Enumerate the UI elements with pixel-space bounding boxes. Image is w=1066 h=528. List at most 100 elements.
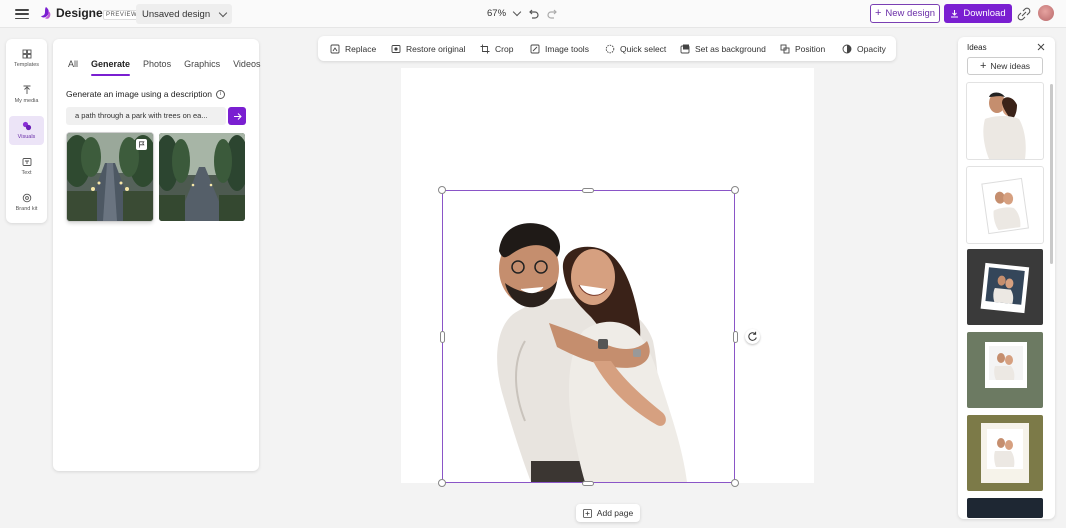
- left-rail: Templates My media Visuals Text Brand ki…: [6, 39, 47, 223]
- new-design-button[interactable]: + New design: [870, 4, 940, 23]
- upload-icon: [23, 85, 30, 94]
- tab-photos[interactable]: Photos: [143, 59, 171, 74]
- tab-generate[interactable]: Generate: [91, 59, 131, 76]
- visuals-panel: All Generate Photos Graphics Videos Gene…: [53, 39, 260, 471]
- rail-item-my-media[interactable]: My media: [9, 80, 44, 109]
- zoom-dropdown[interactable]: 67%: [487, 7, 522, 19]
- avatar[interactable]: [1038, 5, 1054, 21]
- image-tools-button[interactable]: Image tools: [530, 36, 589, 61]
- idea-thumbnail[interactable]: [967, 167, 1043, 243]
- generated-image-1[interactable]: [67, 133, 153, 221]
- resize-handle-bottom[interactable]: [582, 481, 594, 486]
- info-icon[interactable]: i: [216, 89, 226, 99]
- position-button[interactable]: Position: [780, 36, 825, 61]
- brand-kit-icon: [22, 193, 31, 203]
- plus-icon: +: [874, 7, 882, 19]
- opacity-button[interactable]: Opacity: [842, 36, 886, 61]
- brand: Designer: [40, 6, 107, 20]
- chevron-down-icon: [512, 7, 522, 17]
- rail-label: My media: [14, 98, 39, 104]
- generate-button[interactable]: [228, 107, 246, 125]
- designer-logo-icon: [41, 7, 51, 19]
- templates-icon: [22, 49, 31, 59]
- zoom-value: 67%: [487, 8, 507, 19]
- tool-label: Set as background: [695, 43, 766, 54]
- tab-videos[interactable]: Videos: [233, 59, 260, 74]
- flag-icon[interactable]: [136, 139, 147, 150]
- idea-preview-image: [985, 342, 1027, 388]
- image-tools-icon: [530, 44, 540, 53]
- rail-label: Text: [21, 170, 32, 176]
- tool-label: Image tools: [545, 43, 589, 54]
- idea-thumbnail[interactable]: [967, 498, 1043, 518]
- quick-select-button[interactable]: Quick select: [605, 36, 666, 61]
- menu-icon[interactable]: [14, 7, 30, 21]
- resize-handle-top-right[interactable]: [731, 186, 739, 194]
- design-name-label: Unsaved design: [142, 8, 211, 20]
- replace-icon: [330, 44, 340, 53]
- replace-button[interactable]: Replace: [330, 36, 376, 61]
- preview-badge: PREVIEW: [103, 10, 141, 20]
- idea-thumbnail[interactable]: [967, 83, 1043, 159]
- generate-title-text: Generate an image using a description: [66, 89, 213, 99]
- tool-label: Opacity: [857, 43, 886, 54]
- design-name-dropdown[interactable]: Unsaved design: [136, 4, 233, 24]
- rail-item-text[interactable]: Text: [9, 152, 44, 181]
- restore-original-button[interactable]: Restore original: [391, 36, 466, 61]
- app-name: Designer: [56, 6, 108, 20]
- tool-label: Restore original: [406, 43, 466, 54]
- rail-item-visuals[interactable]: Visuals: [9, 116, 44, 145]
- new-design-label: New design: [885, 8, 936, 19]
- rotate-handle[interactable]: [745, 329, 760, 344]
- crop-icon: [480, 44, 490, 53]
- arrow-right-icon: [233, 112, 242, 120]
- rail-item-brand-kit[interactable]: Brand kit: [9, 188, 44, 217]
- resize-handle-right[interactable]: [733, 331, 738, 343]
- generated-image-2[interactable]: [159, 133, 245, 221]
- close-icon[interactable]: [1037, 43, 1045, 51]
- restore-icon: [391, 44, 401, 53]
- undo-icon[interactable]: [526, 7, 540, 21]
- set-as-background-button[interactable]: Set as background: [680, 36, 766, 61]
- quick-select-icon: [605, 44, 615, 53]
- tool-label: Quick select: [620, 43, 667, 54]
- resize-handle-top[interactable]: [582, 188, 594, 193]
- tab-all[interactable]: All: [68, 59, 78, 74]
- panel-tabs: All Generate Photos Graphics Videos: [68, 59, 273, 76]
- tab-graphics[interactable]: Graphics: [184, 59, 220, 74]
- redo-icon[interactable]: [546, 7, 560, 21]
- new-ideas-button[interactable]: + New ideas: [967, 57, 1043, 75]
- ideas-scrollbar[interactable]: [1050, 84, 1053, 264]
- visuals-icon: [22, 121, 31, 131]
- idea-preview-image: [980, 262, 1030, 314]
- download-icon: [951, 10, 959, 18]
- add-page-button[interactable]: Add page: [576, 504, 640, 522]
- add-page-icon: [582, 508, 592, 518]
- chevron-down-icon: [218, 8, 228, 17]
- rotate-icon: [748, 331, 757, 341]
- park-path-image: [159, 133, 245, 221]
- resize-handle-left[interactable]: [440, 331, 445, 343]
- resize-handle-bottom-right[interactable]: [731, 479, 739, 487]
- idea-preview-image: [981, 177, 1029, 235]
- opacity-icon: [842, 44, 852, 53]
- share-icon[interactable]: [1017, 7, 1031, 21]
- idea-thumbnail[interactable]: [967, 249, 1043, 325]
- crop-button[interactable]: Crop: [480, 36, 513, 61]
- plus-icon: +: [979, 59, 987, 72]
- tool-label: Crop: [495, 43, 514, 54]
- idea-thumbnail[interactable]: [967, 332, 1043, 408]
- download-button[interactable]: Download: [944, 4, 1012, 23]
- prompt-input[interactable]: a path through a park with trees on ea..…: [66, 107, 226, 125]
- generate-title: Generate an image using a description i: [66, 89, 226, 99]
- idea-thumbnail[interactable]: [967, 415, 1043, 491]
- idea-preview-image: [983, 92, 1026, 159]
- text-icon: [22, 158, 31, 166]
- rail-item-templates[interactable]: Templates: [9, 44, 44, 73]
- new-ideas-label: New ideas: [990, 61, 1031, 71]
- resize-handle-bottom-left[interactable]: [438, 479, 446, 487]
- selection-frame[interactable]: [442, 190, 735, 483]
- resize-handle-top-left[interactable]: [438, 186, 446, 194]
- rail-label: Visuals: [17, 134, 36, 140]
- rail-label: Templates: [13, 62, 40, 68]
